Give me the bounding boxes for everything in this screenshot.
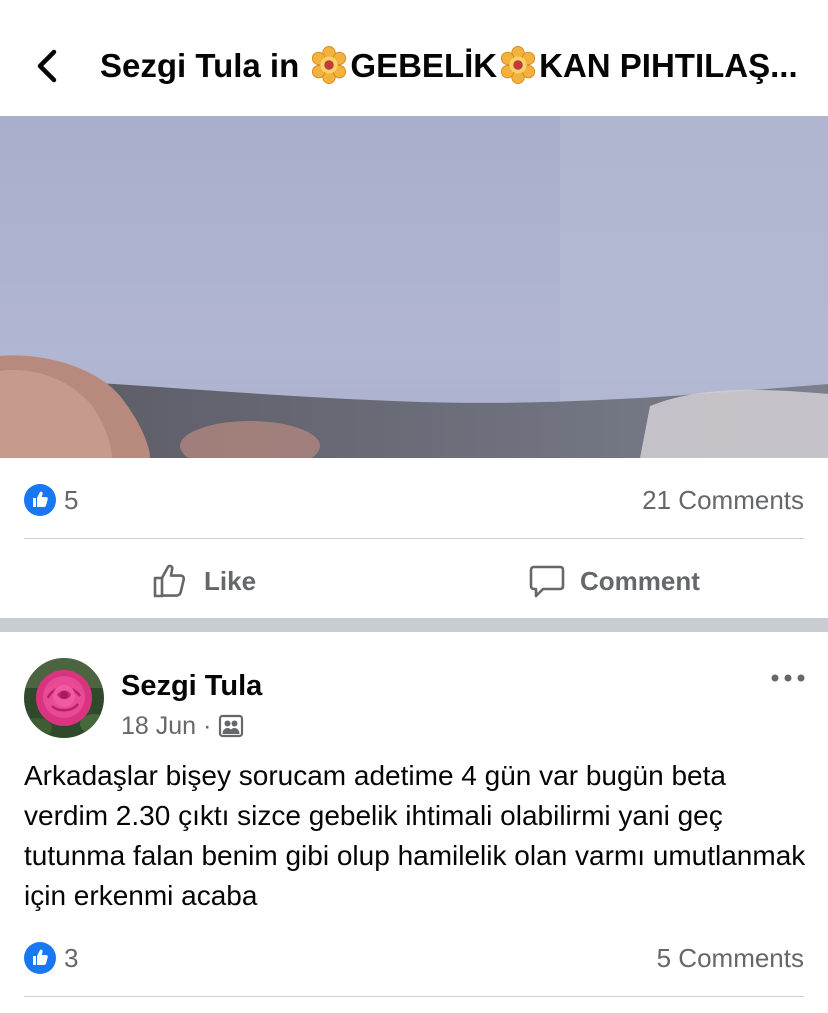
more-horizontal-icon	[771, 674, 805, 682]
avatar[interactable]	[24, 658, 104, 738]
speech-bubble-icon	[529, 565, 565, 598]
post2-reactions-row: 3 5 Comments	[24, 938, 804, 978]
header-group-name-part1: GEBELİK	[350, 47, 498, 84]
meta-separator: ·	[203, 711, 212, 740]
thumbs-up-badge-icon[interactable]	[24, 484, 56, 516]
rose-avatar-image	[24, 658, 104, 738]
divider	[24, 538, 804, 539]
chevron-left-icon	[37, 49, 57, 83]
post-body-text: Arkadaşlar bişey sorucam adetime 4 gün v…	[24, 760, 806, 911]
header-group-name-part2: KAN PIHTILAŞ...	[539, 47, 798, 84]
comment-button[interactable]: Comment	[528, 556, 700, 606]
top-bar: Sezgi Tula in GEBELİK KAN PIHTILAŞ...	[0, 0, 828, 116]
post2-comments-count[interactable]: 5 Comments	[657, 938, 804, 978]
back-button[interactable]	[28, 44, 68, 88]
header-author-prefix: Sezgi Tula in	[100, 47, 309, 84]
like-button-label: Like	[204, 565, 257, 596]
post-meta: 18 Jun ·	[121, 708, 244, 744]
post-date[interactable]: 18 Jun	[121, 712, 196, 741]
author-name[interactable]: Sezgi Tula	[121, 666, 262, 706]
group-members-icon	[219, 714, 244, 738]
section-separator	[0, 618, 828, 632]
comment-button-label: Comment	[580, 565, 700, 596]
post-photo[interactable]	[0, 116, 828, 458]
post1-reaction-count[interactable]: 5	[64, 480, 78, 520]
post1-reactions-row: 5 21 Comments	[24, 480, 804, 520]
flower-emoji-icon	[312, 46, 347, 84]
post2-reaction-count[interactable]: 3	[64, 938, 78, 978]
divider	[24, 996, 804, 997]
thumbs-up-outline-icon	[153, 564, 186, 598]
thumbs-up-badge-icon[interactable]	[24, 942, 56, 974]
post1-comments-count[interactable]: 21 Comments	[642, 480, 804, 520]
like-button[interactable]: Like	[152, 556, 256, 606]
more-options-button[interactable]	[766, 664, 810, 694]
post-header-title[interactable]: Sezgi Tula in GEBELİK KAN PIHTILAŞ...	[100, 44, 812, 88]
flower-emoji-icon	[501, 46, 536, 84]
photo-image	[0, 116, 828, 458]
